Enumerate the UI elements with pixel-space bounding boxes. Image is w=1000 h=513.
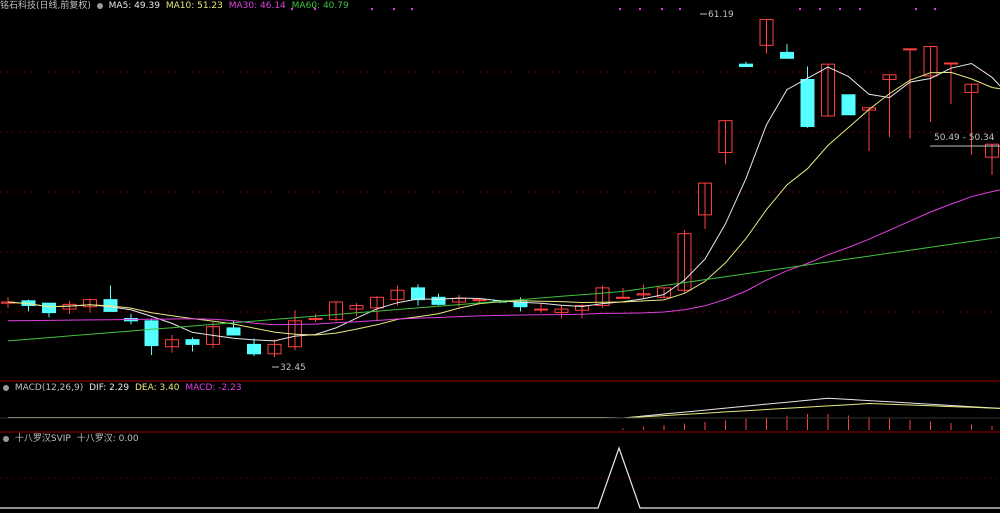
candle-body xyxy=(308,317,323,320)
signal-dot xyxy=(933,7,937,11)
indicator-value: 十八罗汉: 0.00 xyxy=(76,434,139,444)
dea-line xyxy=(8,402,1000,419)
macd-label: MACD: -2.23 xyxy=(185,383,242,393)
dif-line xyxy=(8,397,1000,419)
indicator-header: 十八罗汉SVIP 十八罗汉: 0.00 xyxy=(3,434,142,444)
stock-chart[interactable]: 铭石科技(日线,前复权) MA5: 49.39 MA10: 51.23 MA30… xyxy=(0,0,1000,509)
candle-body xyxy=(185,339,200,345)
signal-dot xyxy=(678,7,682,11)
candle-body xyxy=(226,327,241,336)
ma5-label: MA5: 49.39 xyxy=(108,1,160,11)
ma30-line xyxy=(7,189,1000,326)
candle-body xyxy=(739,63,753,68)
signal-dot xyxy=(914,7,918,11)
signal-dot xyxy=(618,7,622,11)
indicator-settings-icon[interactable] xyxy=(3,436,9,442)
low-price-marker: 32.45 xyxy=(280,363,306,373)
price-tooltip: 50.49 - 50.34 xyxy=(934,133,995,143)
chart-canvas[interactable] xyxy=(0,0,1000,509)
candle-body xyxy=(903,48,917,51)
dif-label: DIF: 2.29 xyxy=(89,383,130,393)
signal-dot xyxy=(858,7,862,11)
signal-dot xyxy=(818,7,822,11)
candle-body xyxy=(944,62,958,65)
macd-header: MACD(12,26,9) DIF: 2.29 DEA: 3.40 MACD: … xyxy=(3,383,245,393)
macd-settings-icon[interactable] xyxy=(3,385,9,391)
candle-body xyxy=(841,94,856,116)
signal-dot xyxy=(410,7,414,11)
signal-dot xyxy=(638,7,642,11)
candle-body xyxy=(780,51,794,59)
candle-body xyxy=(472,299,487,302)
candle-body xyxy=(247,343,261,355)
signal-dot xyxy=(838,7,842,11)
indicator-title: 十八罗汉SVIP xyxy=(14,434,71,444)
dea-label: DEA: 3.40 xyxy=(134,383,180,393)
high-price-marker: 61.19 xyxy=(708,10,734,20)
signal-dot xyxy=(392,7,396,11)
signal-dot xyxy=(370,7,374,11)
ma60-label: MA60: 40.79 xyxy=(291,1,349,11)
macd-title: MACD(12,26,9) xyxy=(14,383,84,393)
ma30-label: MA30: 46.14 xyxy=(228,1,286,11)
stock-title: 铭石科技(日线,前复权) xyxy=(0,1,91,11)
candle-body xyxy=(800,78,815,128)
candle-body xyxy=(534,308,548,311)
price-header: 铭石科技(日线,前复权) MA5: 49.39 MA10: 51.23 MA30… xyxy=(0,1,352,11)
candle-body xyxy=(144,320,159,347)
candle-body xyxy=(431,296,446,305)
candle-body xyxy=(42,302,56,314)
candle-body xyxy=(411,287,425,301)
ma10-label: MA10: 51.23 xyxy=(165,1,223,11)
signal-dot xyxy=(660,7,664,11)
settings-icon[interactable] xyxy=(96,3,103,9)
signal-dot xyxy=(798,7,802,11)
candle-body xyxy=(616,296,630,299)
